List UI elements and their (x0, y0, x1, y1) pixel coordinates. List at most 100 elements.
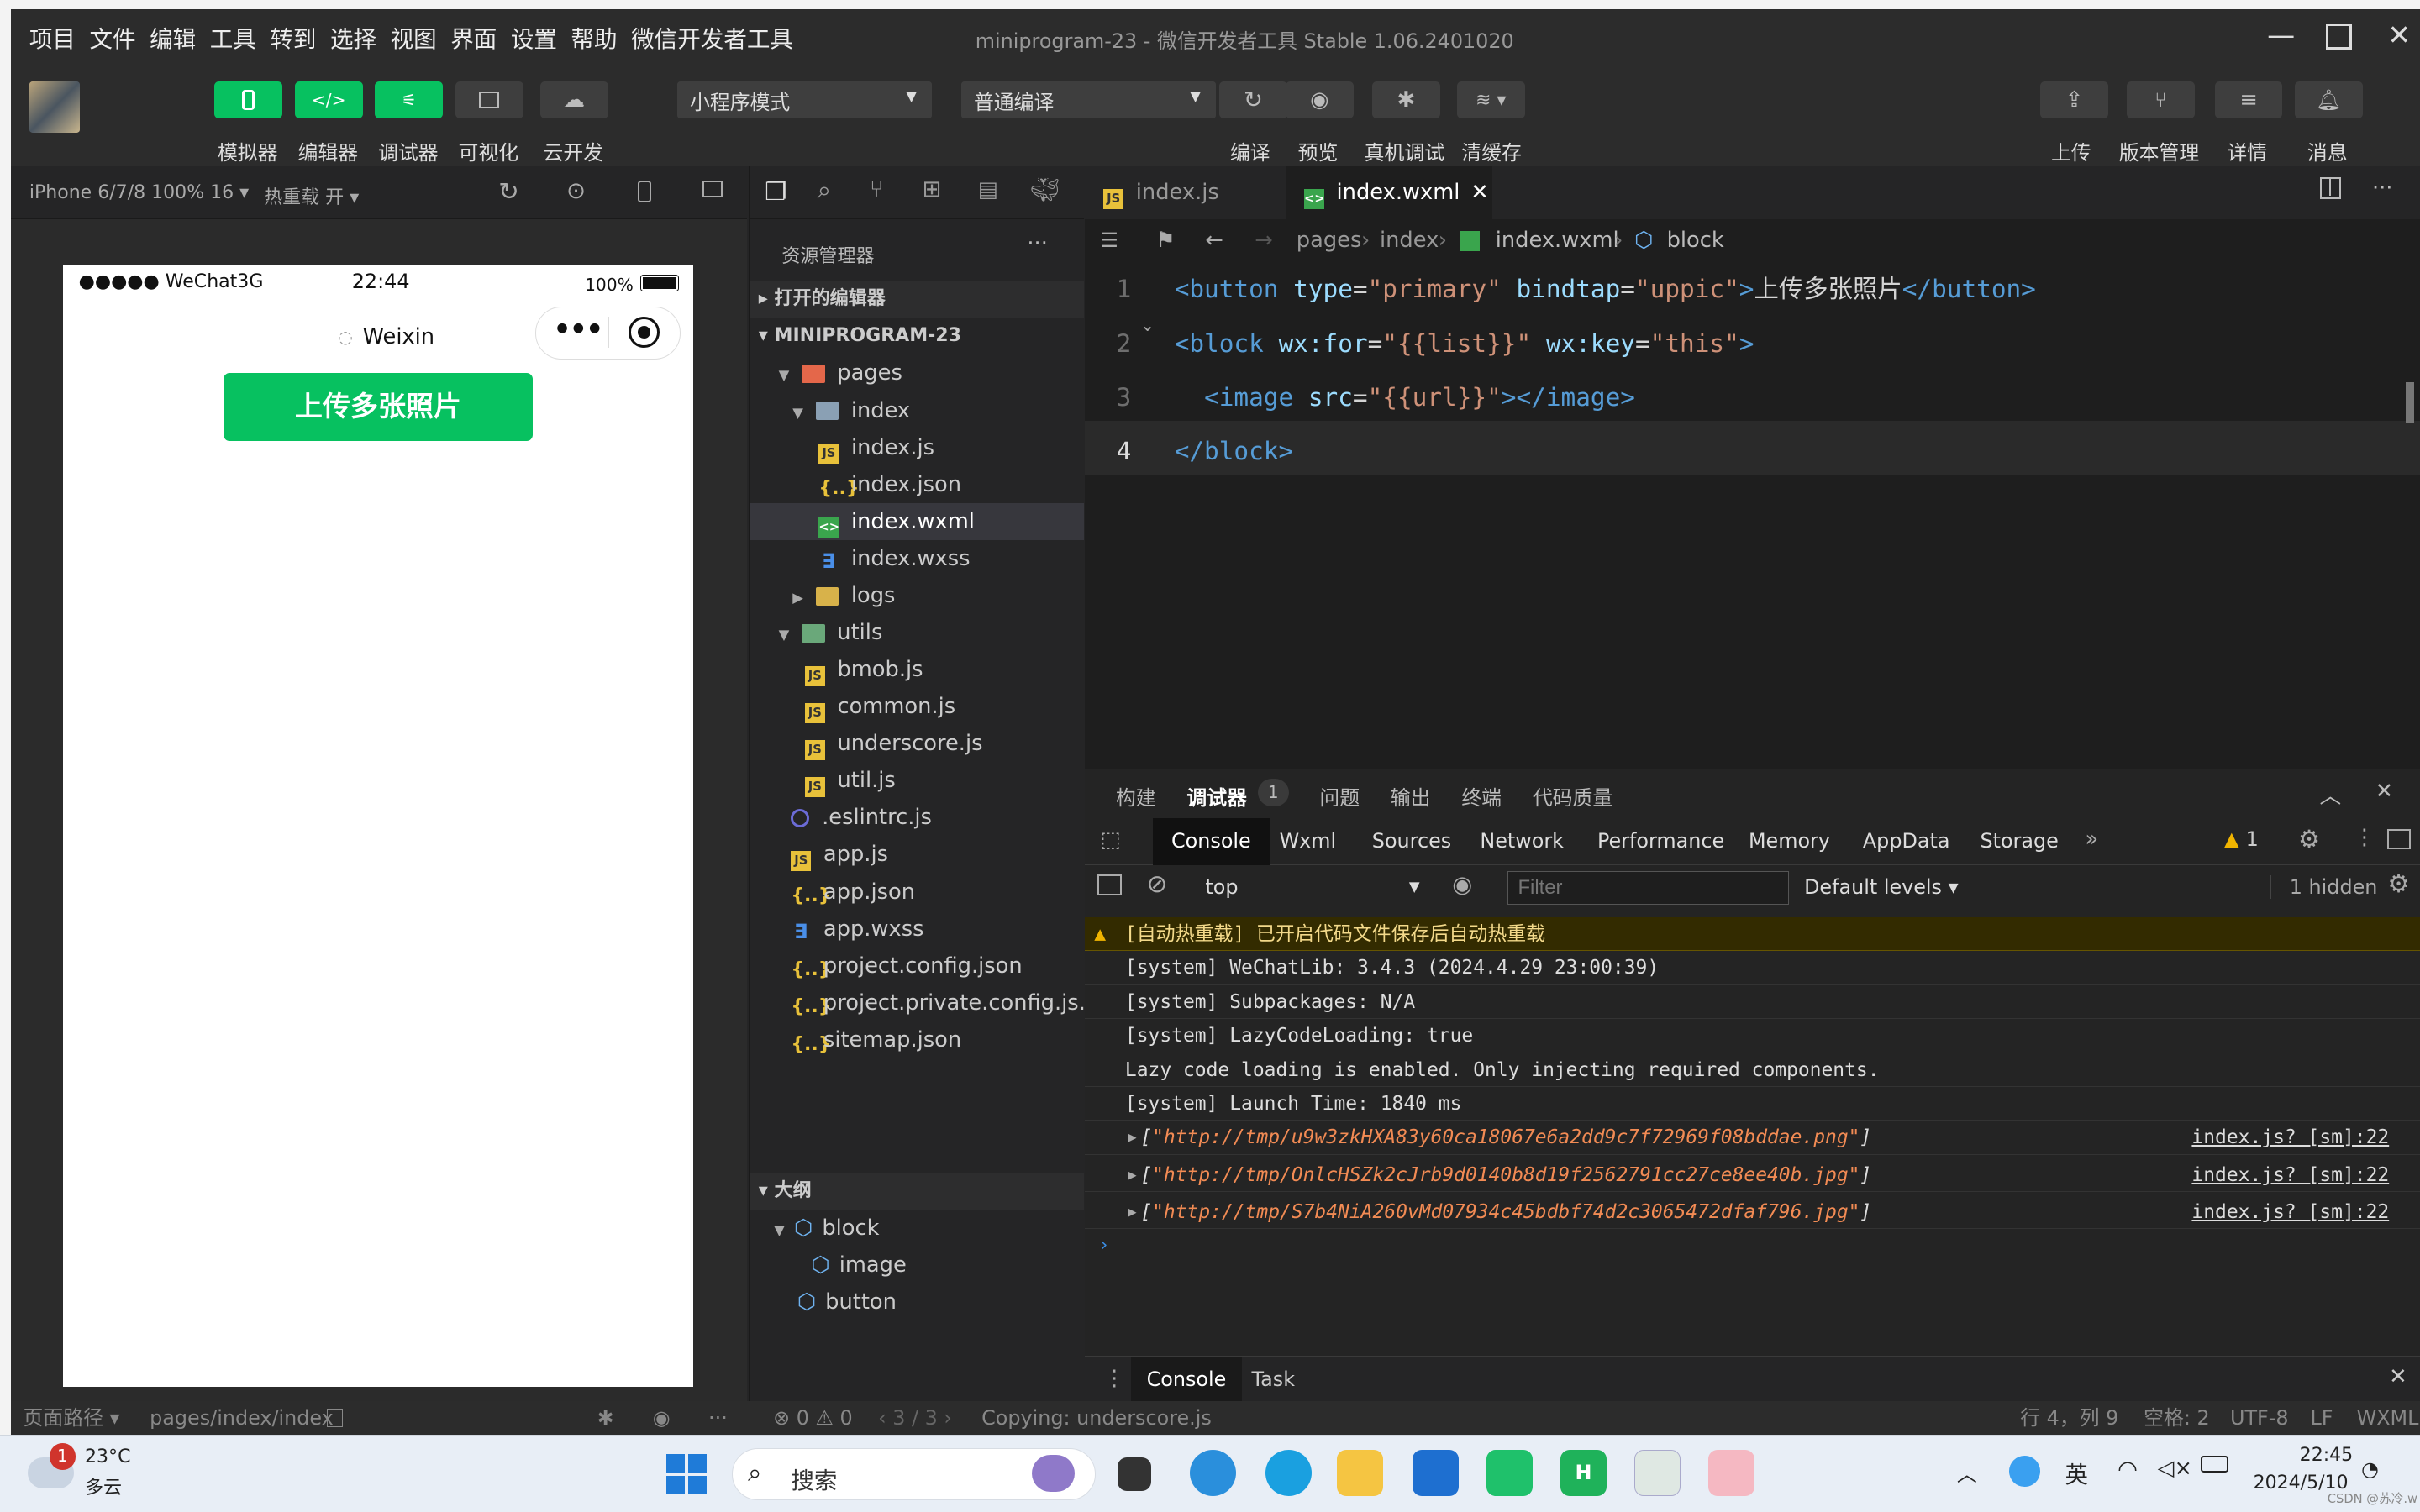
outline-section[interactable]: ▾ 大纲 (749, 1172, 1085, 1210)
details-button[interactable]: ≡ (2214, 81, 2283, 119)
prompt-icon[interactable]: › (1101, 1235, 1108, 1256)
tab-index-wxml[interactable]: <> index.wxml ✕ (1285, 166, 1493, 219)
clear-cache-button[interactable]: ≋ ▾ (1456, 81, 1525, 119)
close-miniprogram-icon[interactable] (629, 317, 660, 349)
cloud-button[interactable]: ☁ (539, 81, 608, 119)
context-select[interactable]: top ▼ (1205, 875, 1419, 899)
volume-icon[interactable]: ◁× (2158, 1456, 2192, 1481)
task-view-icon[interactable] (1117, 1457, 1152, 1492)
console-message[interactable]: ▶ ["http://tmp/S7b4NiA260vMd07934c45bdbf7… (1085, 1195, 2420, 1229)
console-message[interactable]: [system] Launch Time: 1840 ms (1085, 1087, 2420, 1121)
crumb-pages[interactable]: pages (1297, 219, 1362, 262)
search-icon[interactable]: ⌕ (818, 176, 831, 205)
menu-item[interactable]: 帮助 (571, 20, 618, 54)
edge-icon[interactable] (1190, 1449, 1237, 1496)
forward-icon[interactable]: → (1255, 219, 1273, 262)
files-icon[interactable]: ❐ (765, 177, 786, 206)
menu-item[interactable]: 视图 (391, 20, 437, 54)
console-message[interactable]: [system] Subpackages: N/A (1085, 985, 2420, 1020)
preview-button[interactable]: ◉ (1285, 81, 1354, 119)
docker-icon[interactable]: 🐳︎ (1030, 176, 1060, 203)
inspect-icon[interactable]: ⬚ (1101, 827, 1121, 853)
tree-item[interactable]: {..}project.private.config.js... (750, 984, 1099, 1021)
menu-item[interactable]: 编辑 (150, 20, 196, 54)
panel-tab[interactable]: Network (1480, 829, 1564, 853)
settings-icon[interactable]: ⚙ (2298, 825, 2320, 853)
panel-tab[interactable]: Sources (1372, 829, 1451, 853)
mode-select[interactable]: 小程序模式 ▼ (677, 81, 933, 119)
levels-select[interactable]: Default levels ▾ (1804, 875, 1959, 899)
debug-tab[interactable]: 调试器 (1186, 781, 1247, 811)
copy-icon[interactable] (327, 1408, 343, 1427)
console-settings-icon[interactable]: ⚙ (2387, 869, 2409, 898)
debug-tab[interactable]: 终端 (1461, 781, 1502, 811)
bookmark-icon[interactable]: ⚑ (1156, 219, 1176, 262)
project-section[interactable]: ▾ MINIPROGRAM-23 (750, 318, 1085, 354)
panel-tab[interactable]: AppData (1863, 829, 1950, 853)
upload-photos-button[interactable]: 上传多张照片 (224, 373, 533, 442)
warning-icon[interactable]: ▲ 1 (2224, 827, 2259, 851)
wifi-icon[interactable]: ◠ (2118, 1456, 2138, 1483)
upload-button[interactable]: ⇪ (2040, 81, 2108, 119)
console-message[interactable]: [system] LazyCodeLoading: true (1085, 1019, 2420, 1053)
tree-item[interactable]: JS index.js (750, 429, 1085, 466)
tree-item[interactable]: JS underscore.js (750, 725, 1085, 762)
tray-app-icon[interactable] (2009, 1456, 2041, 1487)
kebab-icon[interactable]: ⋮ (1103, 1366, 1125, 1391)
expand-icon[interactable]: ▶ (1128, 1121, 1137, 1154)
tree-item[interactable]: JS util.js (750, 762, 1085, 799)
taskbar-search[interactable]: ⌕ 搜索 (731, 1447, 1097, 1501)
source-link[interactable]: index.js? [sm]:22 (2191, 1195, 2389, 1229)
back-icon[interactable]: ← (1205, 219, 1223, 262)
problems-indicator[interactable]: ⊗ 0 ⚠ 0 (773, 1401, 853, 1435)
tree-item[interactable]: JS common.js (750, 688, 1085, 725)
hot-reload-toggle[interactable]: 热重载 开 ▾ (264, 182, 359, 209)
close-window-icon[interactable]: ✕ (2387, 18, 2411, 51)
panel-tab[interactable]: Performance (1597, 829, 1724, 853)
editor-button[interactable]: </> (294, 81, 363, 119)
console-message[interactable]: ▶ ["http://tmp/OnlcHSZk2cJrb9d0140b8d19f2… (1085, 1158, 2420, 1192)
clock-time[interactable]: 22:45 (2300, 1445, 2354, 1466)
menu-item[interactable]: 微信开发者工具 (631, 20, 793, 54)
visual-button[interactable] (455, 81, 523, 119)
compile-select[interactable]: 普通编译 ▼ (961, 81, 1217, 119)
list-icon[interactable]: ☰ (1101, 219, 1118, 262)
messages-button[interactable]: 🔔︎ (2295, 81, 2363, 119)
page-path-label[interactable]: 页面路径 ▾ (24, 1401, 120, 1435)
devtools-app-icon[interactable] (1634, 1449, 1681, 1496)
crumb-file[interactable]: index.wxml (1496, 219, 1619, 262)
debug-tab[interactable]: 构建 (1116, 781, 1156, 811)
eol[interactable]: LF (2311, 1401, 2333, 1435)
page-path[interactable]: pages/index/index (150, 1401, 334, 1435)
close-panel-icon[interactable]: ✕ (2375, 779, 2394, 804)
code-line[interactable]: 2 <block wx:for="{{list}}" wx:key="this"> (1085, 317, 2420, 370)
code-line[interactable]: 3 <image src="{{url}}"></image> (1085, 370, 2420, 424)
tree-item[interactable]: {..}index.json (750, 466, 1085, 503)
storage-icon[interactable]: ▤ (978, 177, 998, 202)
tree-item[interactable]: .eslintrc.js (750, 799, 1085, 836)
tree-item[interactable]: ∃ app.wxss (750, 911, 1085, 948)
tree-item[interactable]: {..}app.json (750, 874, 1085, 911)
indent-setting[interactable]: 空格: 2 (2144, 1401, 2210, 1435)
device-select[interactable]: iPhone 6/7/8 100% 16 ▾ (29, 182, 249, 203)
menu-item[interactable]: 选择 (330, 20, 376, 54)
tree-item[interactable]: ▼ pages (750, 354, 1085, 391)
open-editors-section[interactable]: ▸ 打开的编辑器 (749, 281, 1085, 318)
more-icon[interactable]: ··· (2372, 176, 2393, 201)
outline-item[interactable]: ▼ ⬡ block (750, 1210, 879, 1247)
undock-icon[interactable] (2387, 829, 2411, 850)
drawer-tab-console[interactable]: Console (1131, 1356, 1242, 1403)
source-link[interactable]: index.js? [sm]:22 (2191, 1121, 2389, 1154)
outline-item[interactable]: ⬡ image (750, 1247, 907, 1284)
console-message[interactable]: ▶ ["http://tmp/u9w3zkHXA83y60ca18067e6a2d… (1085, 1121, 2420, 1155)
crumb-block[interactable]: block (1667, 219, 1724, 262)
menu-item[interactable]: 界面 (450, 20, 497, 54)
console-message[interactable]: [system] WeChatLib: 3.4.3 (2024.4.29 23:… (1085, 951, 2420, 985)
collapse-icon[interactable]: ︿ (2320, 779, 2342, 810)
version-button[interactable]: ⑂ (2126, 81, 2195, 119)
menu-item[interactable]: 设置 (511, 20, 557, 54)
tree-item[interactable]: ▶ logs (750, 577, 1085, 614)
tree-item[interactable]: {..}project.config.json (750, 948, 1085, 984)
debugger-button[interactable]: ⚟ (375, 81, 444, 119)
windows-start-icon[interactable] (666, 1454, 708, 1494)
